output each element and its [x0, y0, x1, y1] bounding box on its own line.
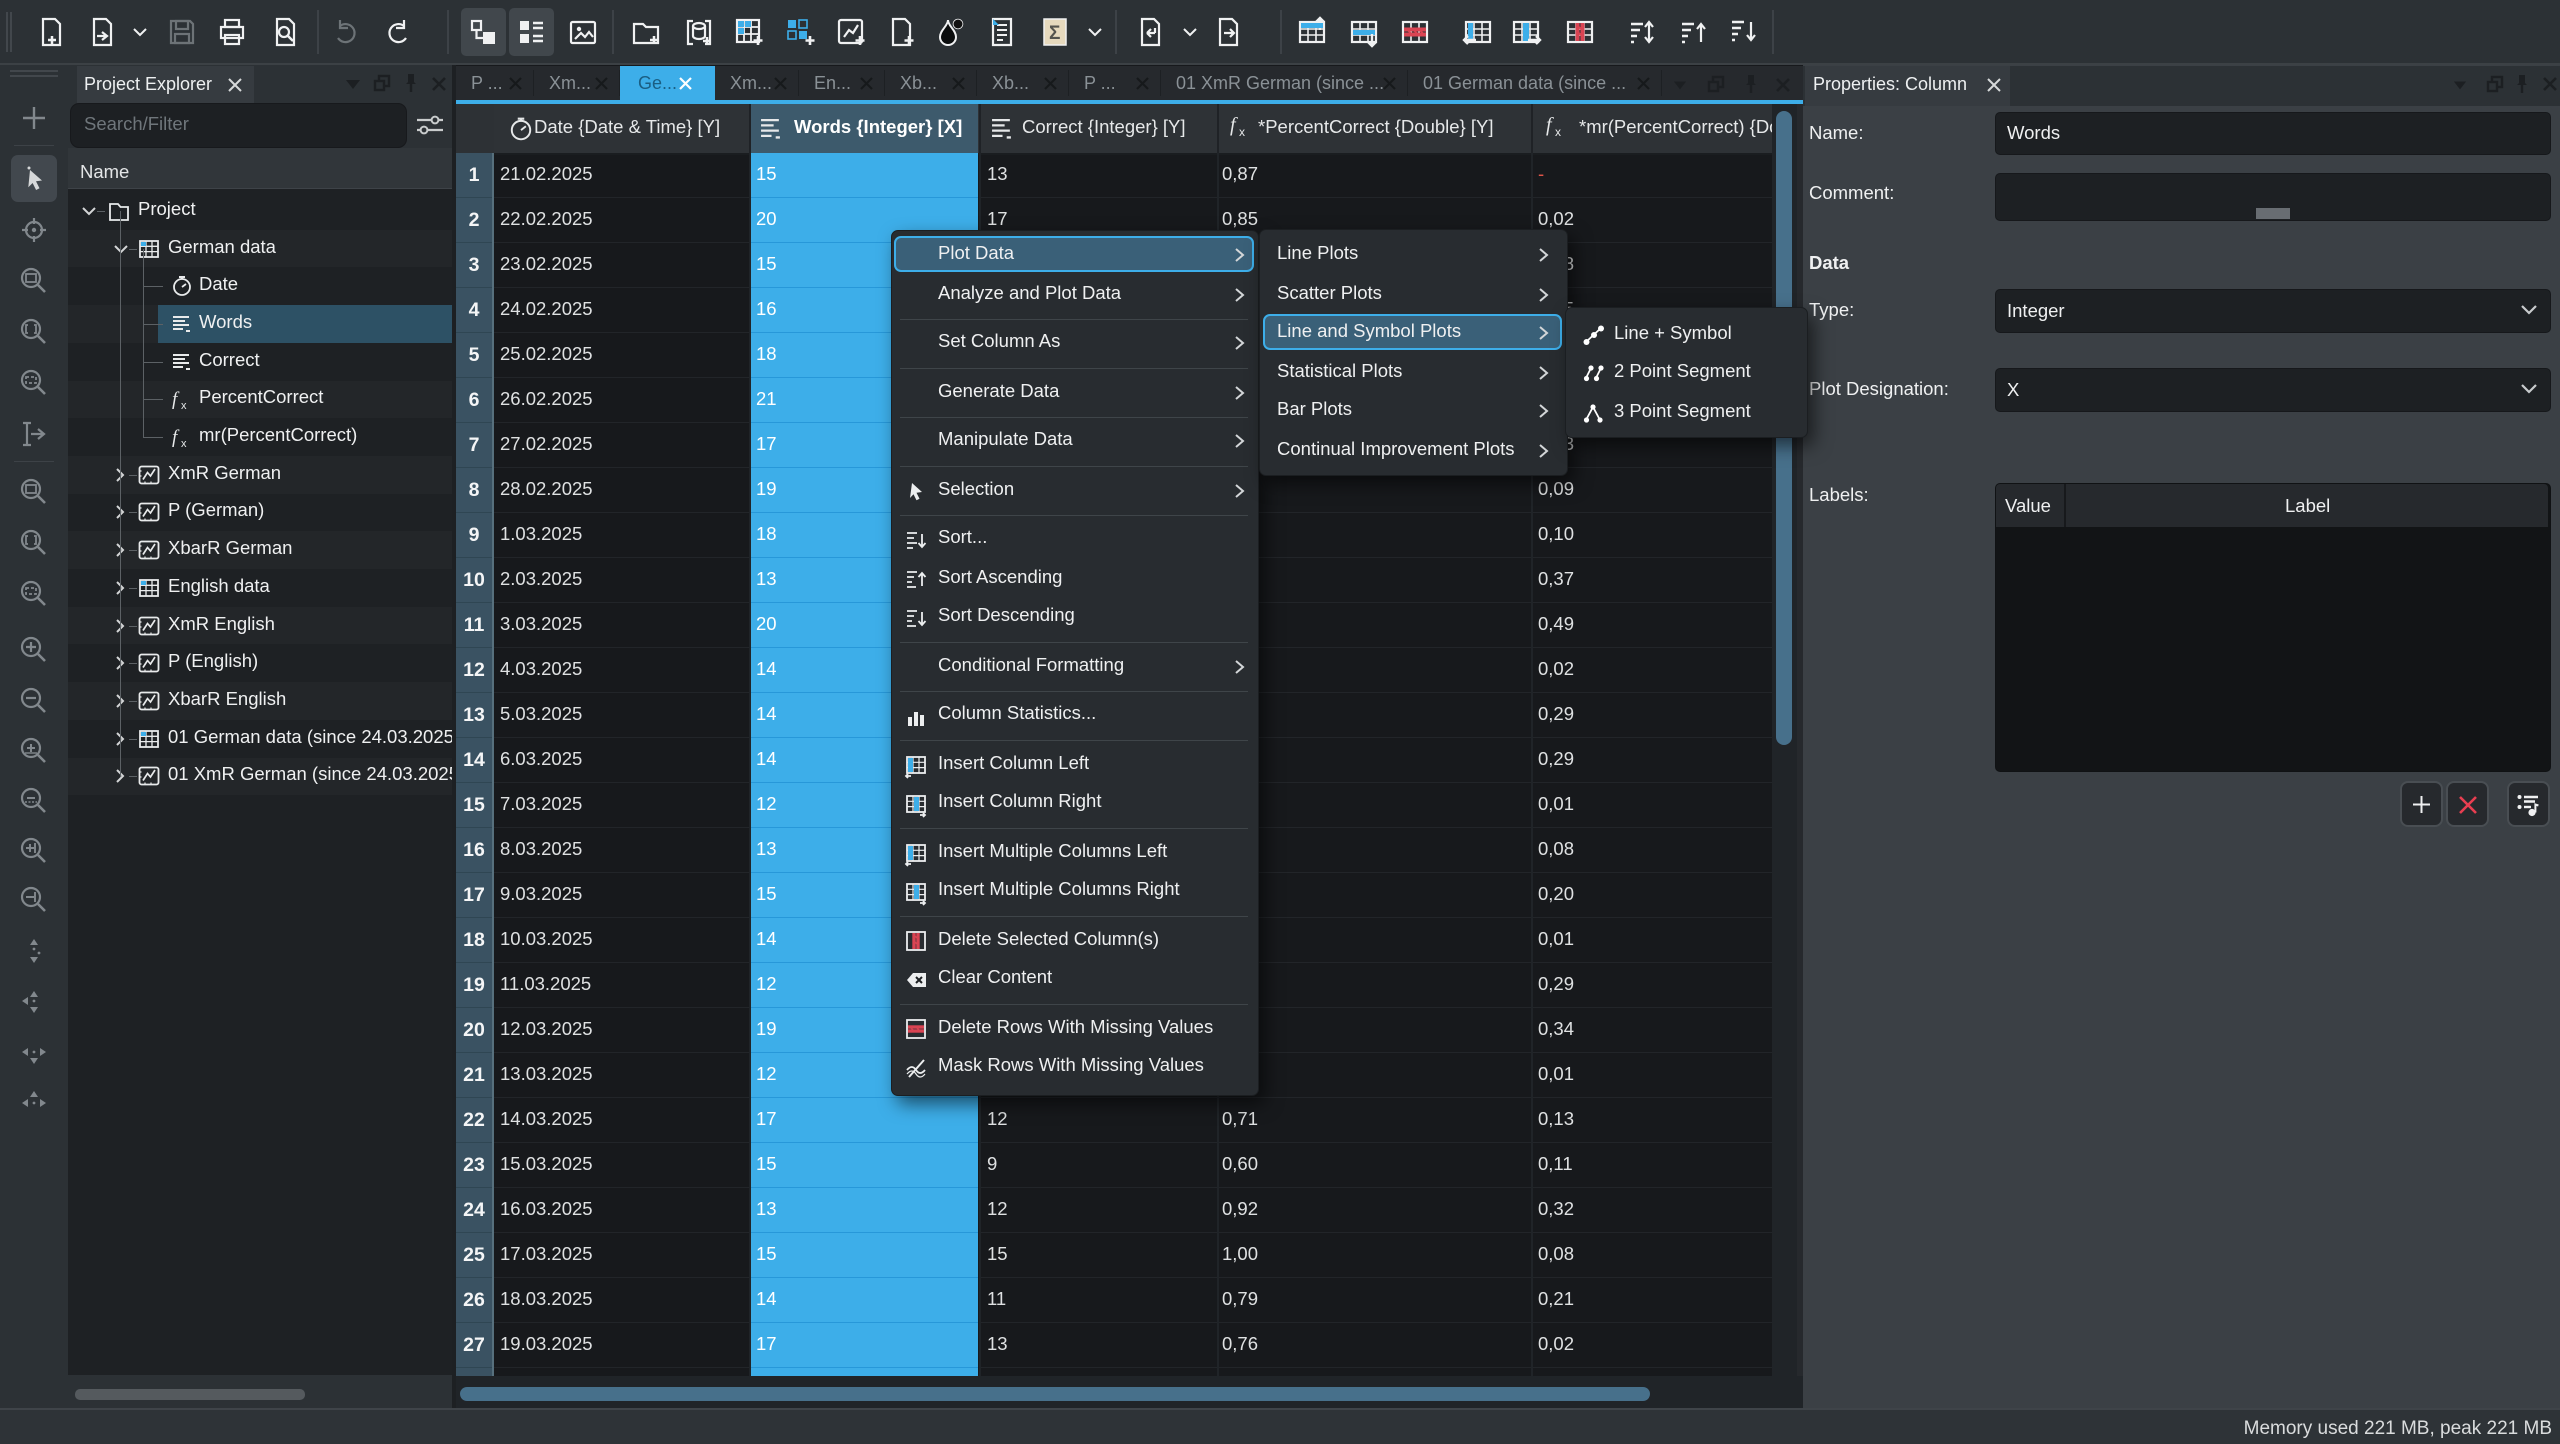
svg-text:f: f — [1546, 114, 1554, 136]
svg-text:f: f — [172, 427, 180, 448]
svg-text:x: x — [1555, 125, 1561, 139]
svg-text:f: f — [172, 389, 180, 410]
svg-text:x: x — [1239, 125, 1245, 139]
svg-text:x: x — [181, 400, 187, 412]
svg-text:f: f — [1230, 114, 1238, 136]
svg-text:x: x — [181, 438, 187, 450]
svg-text:Σ: Σ — [1049, 23, 1060, 44]
